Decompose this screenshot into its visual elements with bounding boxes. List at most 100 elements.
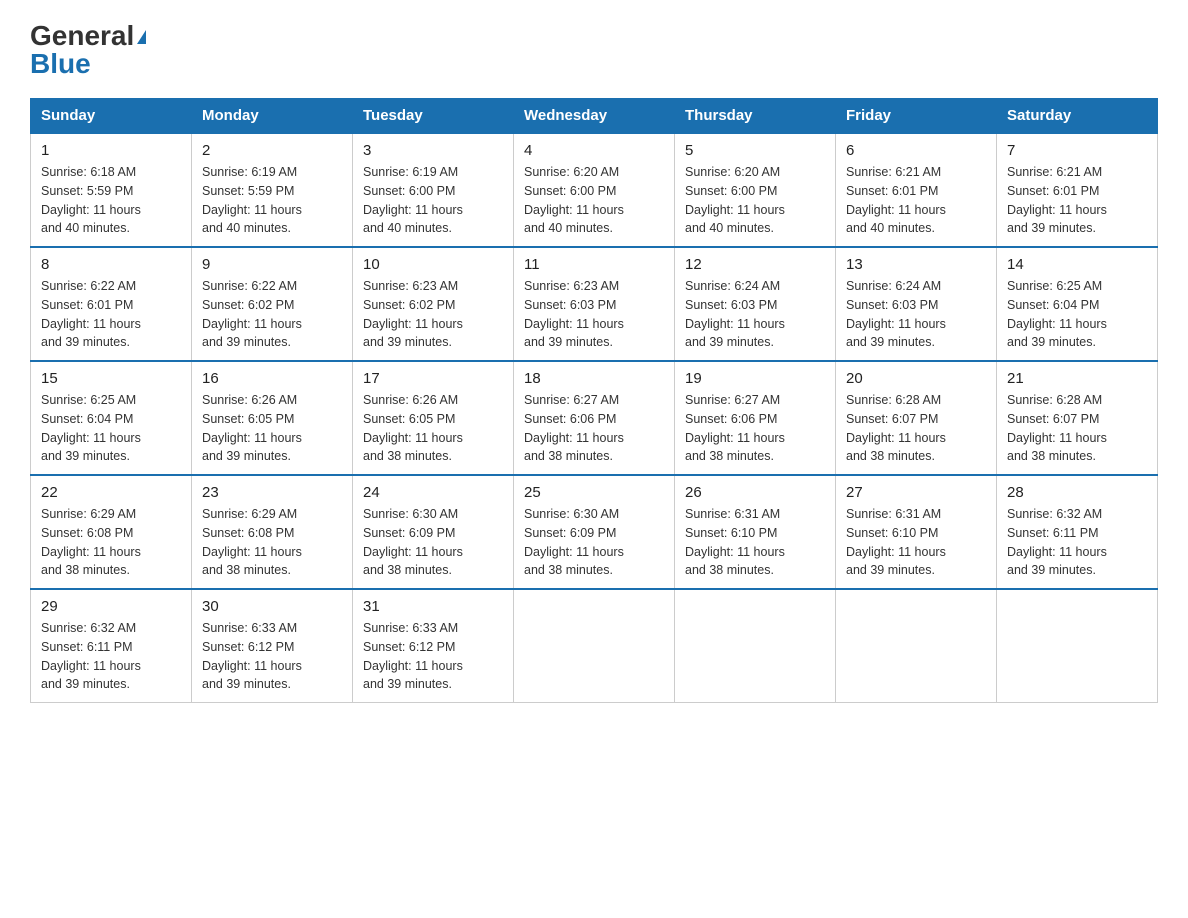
calendar-cell: 18 Sunrise: 6:27 AMSunset: 6:06 PMDaylig… <box>514 361 675 475</box>
logo-blue: Blue <box>30 48 91 80</box>
calendar-cell: 16 Sunrise: 6:26 AMSunset: 6:05 PMDaylig… <box>192 361 353 475</box>
day-info: Sunrise: 6:26 AMSunset: 6:05 PMDaylight:… <box>202 393 302 463</box>
day-number: 24 <box>363 484 503 501</box>
calendar-week-3: 15 Sunrise: 6:25 AMSunset: 6:04 PMDaylig… <box>31 361 1158 475</box>
day-number: 1 <box>41 142 181 159</box>
day-number: 20 <box>846 370 986 387</box>
calendar-cell: 28 Sunrise: 6:32 AMSunset: 6:11 PMDaylig… <box>997 475 1158 589</box>
header-cell-monday: Monday <box>192 99 353 134</box>
day-info: Sunrise: 6:33 AMSunset: 6:12 PMDaylight:… <box>363 621 463 691</box>
day-number: 10 <box>363 256 503 273</box>
day-info: Sunrise: 6:20 AMSunset: 6:00 PMDaylight:… <box>524 165 624 235</box>
day-number: 2 <box>202 142 342 159</box>
day-info: Sunrise: 6:32 AMSunset: 6:11 PMDaylight:… <box>41 621 141 691</box>
calendar-cell: 30 Sunrise: 6:33 AMSunset: 6:12 PMDaylig… <box>192 589 353 703</box>
calendar-week-5: 29 Sunrise: 6:32 AMSunset: 6:11 PMDaylig… <box>31 589 1158 703</box>
day-number: 18 <box>524 370 664 387</box>
day-info: Sunrise: 6:29 AMSunset: 6:08 PMDaylight:… <box>202 507 302 577</box>
day-info: Sunrise: 6:28 AMSunset: 6:07 PMDaylight:… <box>846 393 946 463</box>
day-info: Sunrise: 6:29 AMSunset: 6:08 PMDaylight:… <box>41 507 141 577</box>
calendar-cell <box>997 589 1158 703</box>
day-info: Sunrise: 6:19 AMSunset: 6:00 PMDaylight:… <box>363 165 463 235</box>
calendar-cell: 8 Sunrise: 6:22 AMSunset: 6:01 PMDayligh… <box>31 247 192 361</box>
day-info: Sunrise: 6:24 AMSunset: 6:03 PMDaylight:… <box>846 279 946 349</box>
day-number: 5 <box>685 142 825 159</box>
day-number: 13 <box>846 256 986 273</box>
day-number: 30 <box>202 598 342 615</box>
calendar-cell <box>514 589 675 703</box>
calendar-cell: 13 Sunrise: 6:24 AMSunset: 6:03 PMDaylig… <box>836 247 997 361</box>
day-number: 27 <box>846 484 986 501</box>
day-number: 12 <box>685 256 825 273</box>
calendar-week-1: 1 Sunrise: 6:18 AMSunset: 5:59 PMDayligh… <box>31 133 1158 247</box>
day-number: 25 <box>524 484 664 501</box>
calendar-cell: 24 Sunrise: 6:30 AMSunset: 6:09 PMDaylig… <box>353 475 514 589</box>
day-number: 23 <box>202 484 342 501</box>
calendar-cell: 4 Sunrise: 6:20 AMSunset: 6:00 PMDayligh… <box>514 133 675 247</box>
day-info: Sunrise: 6:33 AMSunset: 6:12 PMDaylight:… <box>202 621 302 691</box>
calendar-table: SundayMondayTuesdayWednesdayThursdayFrid… <box>30 98 1158 703</box>
header-cell-saturday: Saturday <box>997 99 1158 134</box>
calendar-cell: 3 Sunrise: 6:19 AMSunset: 6:00 PMDayligh… <box>353 133 514 247</box>
day-info: Sunrise: 6:24 AMSunset: 6:03 PMDaylight:… <box>685 279 785 349</box>
calendar-cell: 21 Sunrise: 6:28 AMSunset: 6:07 PMDaylig… <box>997 361 1158 475</box>
day-info: Sunrise: 6:25 AMSunset: 6:04 PMDaylight:… <box>1007 279 1107 349</box>
calendar-cell: 12 Sunrise: 6:24 AMSunset: 6:03 PMDaylig… <box>675 247 836 361</box>
day-number: 7 <box>1007 142 1147 159</box>
day-info: Sunrise: 6:25 AMSunset: 6:04 PMDaylight:… <box>41 393 141 463</box>
day-info: Sunrise: 6:32 AMSunset: 6:11 PMDaylight:… <box>1007 507 1107 577</box>
day-info: Sunrise: 6:27 AMSunset: 6:06 PMDaylight:… <box>524 393 624 463</box>
day-info: Sunrise: 6:31 AMSunset: 6:10 PMDaylight:… <box>685 507 785 577</box>
calendar-cell <box>836 589 997 703</box>
calendar-header-row: SundayMondayTuesdayWednesdayThursdayFrid… <box>31 99 1158 134</box>
calendar-cell: 29 Sunrise: 6:32 AMSunset: 6:11 PMDaylig… <box>31 589 192 703</box>
calendar-cell: 5 Sunrise: 6:20 AMSunset: 6:00 PMDayligh… <box>675 133 836 247</box>
calendar-cell: 15 Sunrise: 6:25 AMSunset: 6:04 PMDaylig… <box>31 361 192 475</box>
calendar-cell: 10 Sunrise: 6:23 AMSunset: 6:02 PMDaylig… <box>353 247 514 361</box>
calendar-cell: 17 Sunrise: 6:26 AMSunset: 6:05 PMDaylig… <box>353 361 514 475</box>
day-info: Sunrise: 6:23 AMSunset: 6:03 PMDaylight:… <box>524 279 624 349</box>
day-info: Sunrise: 6:21 AMSunset: 6:01 PMDaylight:… <box>1007 165 1107 235</box>
day-number: 26 <box>685 484 825 501</box>
calendar-cell: 2 Sunrise: 6:19 AMSunset: 5:59 PMDayligh… <box>192 133 353 247</box>
calendar-cell: 9 Sunrise: 6:22 AMSunset: 6:02 PMDayligh… <box>192 247 353 361</box>
header-cell-thursday: Thursday <box>675 99 836 134</box>
page-header: General Blue <box>30 20 1158 80</box>
calendar-cell: 20 Sunrise: 6:28 AMSunset: 6:07 PMDaylig… <box>836 361 997 475</box>
day-info: Sunrise: 6:20 AMSunset: 6:00 PMDaylight:… <box>685 165 785 235</box>
calendar-cell: 1 Sunrise: 6:18 AMSunset: 5:59 PMDayligh… <box>31 133 192 247</box>
logo-triangle-icon <box>137 30 146 44</box>
day-number: 6 <box>846 142 986 159</box>
calendar-cell: 27 Sunrise: 6:31 AMSunset: 6:10 PMDaylig… <box>836 475 997 589</box>
day-number: 19 <box>685 370 825 387</box>
header-cell-tuesday: Tuesday <box>353 99 514 134</box>
calendar-week-4: 22 Sunrise: 6:29 AMSunset: 6:08 PMDaylig… <box>31 475 1158 589</box>
day-info: Sunrise: 6:27 AMSunset: 6:06 PMDaylight:… <box>685 393 785 463</box>
day-number: 14 <box>1007 256 1147 273</box>
day-number: 28 <box>1007 484 1147 501</box>
day-info: Sunrise: 6:30 AMSunset: 6:09 PMDaylight:… <box>363 507 463 577</box>
day-number: 21 <box>1007 370 1147 387</box>
calendar-body: 1 Sunrise: 6:18 AMSunset: 5:59 PMDayligh… <box>31 133 1158 703</box>
calendar-cell: 25 Sunrise: 6:30 AMSunset: 6:09 PMDaylig… <box>514 475 675 589</box>
day-number: 4 <box>524 142 664 159</box>
calendar-cell: 23 Sunrise: 6:29 AMSunset: 6:08 PMDaylig… <box>192 475 353 589</box>
calendar-week-2: 8 Sunrise: 6:22 AMSunset: 6:01 PMDayligh… <box>31 247 1158 361</box>
calendar-cell: 31 Sunrise: 6:33 AMSunset: 6:12 PMDaylig… <box>353 589 514 703</box>
calendar-cell: 14 Sunrise: 6:25 AMSunset: 6:04 PMDaylig… <box>997 247 1158 361</box>
calendar-cell: 22 Sunrise: 6:29 AMSunset: 6:08 PMDaylig… <box>31 475 192 589</box>
day-info: Sunrise: 6:26 AMSunset: 6:05 PMDaylight:… <box>363 393 463 463</box>
day-number: 22 <box>41 484 181 501</box>
header-cell-sunday: Sunday <box>31 99 192 134</box>
day-info: Sunrise: 6:18 AMSunset: 5:59 PMDaylight:… <box>41 165 141 235</box>
day-number: 16 <box>202 370 342 387</box>
calendar-cell: 6 Sunrise: 6:21 AMSunset: 6:01 PMDayligh… <box>836 133 997 247</box>
day-info: Sunrise: 6:19 AMSunset: 5:59 PMDaylight:… <box>202 165 302 235</box>
calendar-cell: 19 Sunrise: 6:27 AMSunset: 6:06 PMDaylig… <box>675 361 836 475</box>
calendar-cell <box>675 589 836 703</box>
day-number: 15 <box>41 370 181 387</box>
day-info: Sunrise: 6:30 AMSunset: 6:09 PMDaylight:… <box>524 507 624 577</box>
header-cell-wednesday: Wednesday <box>514 99 675 134</box>
day-number: 31 <box>363 598 503 615</box>
day-number: 11 <box>524 256 664 273</box>
